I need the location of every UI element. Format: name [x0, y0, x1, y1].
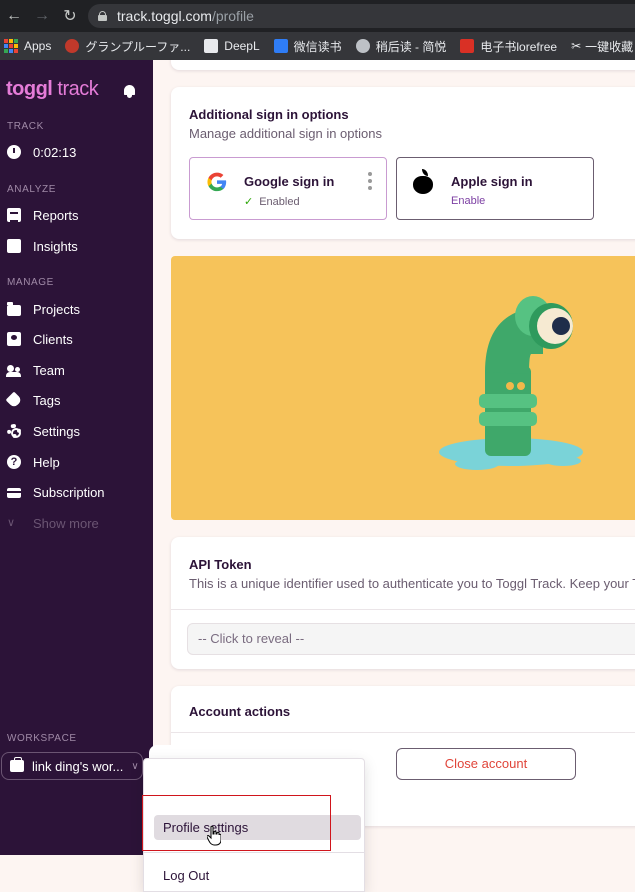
sidebar-item-subscription[interactable]: Subscription [7, 481, 105, 503]
notifications-bell-icon[interactable] [123, 84, 136, 98]
google-signin-option[interactable]: Google sign in ✓ Enabled [189, 157, 387, 220]
team-icon [6, 363, 21, 377]
apple-enable-link[interactable]: Enable [451, 195, 485, 207]
sidebar-item-show-more[interactable]: ∨ Show more [7, 512, 99, 534]
bookmark-apps[interactable]: Apps [4, 39, 51, 53]
bookmark-collect[interactable]: ✂ 一键收藏 [571, 38, 633, 55]
credit-card-icon [7, 488, 21, 498]
google-signin-status: ✓ Enabled [244, 196, 300, 208]
sidebar-item-projects[interactable]: Projects [7, 298, 80, 320]
bookmark-granblue[interactable]: グランプルーファ... [65, 38, 190, 55]
checkmark-icon: ✓ [244, 196, 254, 208]
periscope-creature-illustration [439, 296, 583, 470]
sidebar-item-settings[interactable]: Settings [7, 420, 80, 442]
toggl-logo[interactable]: toggl track [6, 78, 99, 101]
apple-signin-option[interactable]: Apple sign in Enable [396, 157, 594, 220]
reveal-token-field[interactable]: -- Click to reveal -- [187, 623, 635, 655]
api-token-title: API Token [189, 557, 252, 572]
sidebar-item-reports[interactable]: Reports [7, 204, 79, 226]
workspace-label: WORKSPACE [7, 733, 77, 744]
bookmark-simpread[interactable]: 稍后读 - 简悦 [355, 38, 446, 55]
back-arrow-icon[interactable]: ← [0, 0, 28, 32]
signin-options-card: Additional sign in options Manage additi… [171, 87, 635, 239]
reload-icon[interactable]: ↻ [56, 0, 84, 32]
url-host: track.toggl.com [117, 8, 212, 24]
workspace-name: link ding's wor... [32, 758, 124, 774]
sidebar-bottom-gap [0, 855, 153, 892]
chevron-down-icon: ∨ [7, 517, 16, 529]
lock-icon [98, 11, 107, 21]
section-label-manage: MANAGE [7, 277, 54, 288]
help-icon: ? [7, 455, 21, 469]
highlight-annotation-box [142, 795, 331, 851]
sidebar-item-clients[interactable]: Clients [7, 328, 73, 350]
google-signin-title: Google sign in [244, 174, 335, 189]
gear-icon [7, 424, 21, 438]
workspace-selector[interactable]: link ding's wor... ∨ [1, 752, 143, 780]
globe-icon [355, 39, 370, 53]
menu-divider [144, 852, 364, 853]
previous-card-edge [171, 60, 635, 70]
clock-icon [7, 145, 21, 159]
sidebar-item-insights[interactable]: Insights [7, 235, 78, 257]
scissors-icon: ✂ [571, 39, 582, 53]
profile-illustration [171, 256, 635, 520]
bookmark-lorefree[interactable]: 电子书lorefree [460, 38, 557, 55]
section-label-track: TRACK [7, 121, 44, 132]
briefcase-icon [10, 757, 24, 772]
book-favicon [460, 39, 475, 53]
sidebar-item-help[interactable]: ? Help [7, 451, 60, 473]
signin-options-subtitle: Manage additional sign in options [189, 126, 382, 141]
google-logo-icon [207, 172, 227, 192]
browser-toolbar: ← → ↻ track.toggl.com/profile [0, 0, 635, 32]
api-token-subtitle: This is a unique identifier used to auth… [189, 576, 635, 591]
client-card-icon [7, 332, 21, 346]
apple-logo-icon [412, 169, 434, 194]
hand-cursor-icon [207, 826, 221, 846]
sidebar-item-timer[interactable]: 0:02:13 [7, 141, 76, 163]
forward-arrow-icon[interactable]: → [28, 0, 56, 32]
apps-grid-icon [4, 39, 18, 53]
apple-signin-title: Apple sign in [451, 174, 533, 189]
reports-icon [7, 208, 21, 222]
sidebar-item-team[interactable]: Team [6, 359, 65, 381]
card-divider [171, 732, 635, 733]
bookmarks-bar: Apps グランプルーファ... DeepL 微信读书 稍后读 - 简悦 电子书… [0, 32, 635, 60]
timer-value: 0:02:13 [33, 144, 77, 160]
bookmark-deepl[interactable]: DeepL [204, 39, 260, 53]
bookmark-weread[interactable]: 微信读书 [273, 38, 342, 55]
api-token-card: API Token This is a unique identifier us… [171, 537, 635, 669]
section-label-analyze: ANALYZE [7, 184, 57, 195]
game-favicon [65, 39, 80, 53]
address-bar[interactable]: track.toggl.com/profile [88, 4, 635, 28]
close-account-button[interactable]: Close account [396, 748, 576, 780]
chevron-down-icon: ∨ [131, 760, 139, 772]
sidebar-item-tags[interactable]: Tags [5, 389, 60, 411]
deepl-favicon [204, 39, 219, 53]
menu-item-log-out[interactable]: Log Out [163, 868, 209, 883]
insights-icon [7, 239, 21, 253]
card-divider [171, 609, 635, 610]
signin-options-title: Additional sign in options [189, 107, 349, 122]
url-path: /profile [211, 8, 254, 24]
tag-icon [5, 391, 23, 409]
account-actions-title: Account actions [189, 704, 291, 719]
weread-favicon [273, 39, 288, 53]
more-options-icon[interactable] [368, 172, 372, 190]
folder-icon [7, 301, 21, 316]
